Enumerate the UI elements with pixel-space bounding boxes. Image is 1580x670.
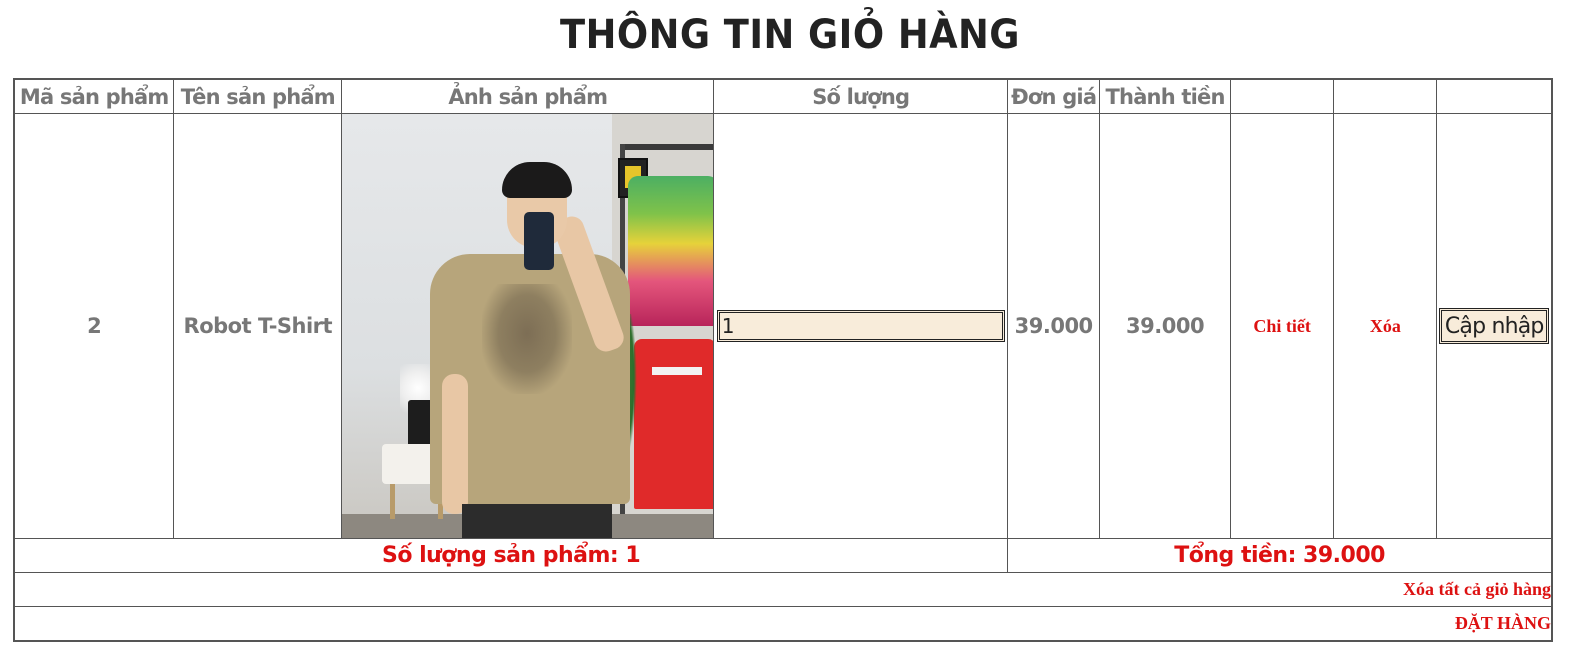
product-name: Robot T-Shirt — [183, 314, 333, 338]
product-photo — [342, 114, 714, 538]
update-button[interactable]: Cập nhập — [1439, 308, 1550, 344]
header-product-image: Ảnh sản phẩm — [341, 78, 715, 114]
table-row: 2 Robot T-Shirt 1 39.000 39.000 Chi tiết… — [13, 113, 1553, 539]
item-count: Số lượng sản phẩm: 1 — [13, 538, 1009, 573]
header-row: Mã sản phẩm Tên sản phẩm Ảnh sản phẩm Số… — [13, 78, 1553, 114]
product-image-cell — [341, 113, 715, 539]
quantity-input[interactable] — [716, 310, 1005, 342]
product-id: 2 — [87, 314, 102, 338]
line-total-cell: 39.000 — [1099, 113, 1231, 539]
details-cell: Chi tiết — [1229, 113, 1335, 539]
header-empty-details — [1229, 78, 1335, 114]
delete-link[interactable]: Xóa — [1370, 316, 1401, 336]
header-line-total: Thành tiền — [1099, 78, 1231, 114]
clear-cart-row: Xóa tất cả giỏ hàng — [13, 572, 1553, 607]
product-name-cell: Robot T-Shirt — [173, 113, 343, 539]
header-product-name: Tên sản phẩm — [173, 78, 343, 114]
product-id-cell: 2 — [13, 113, 175, 539]
header-empty-update — [1436, 78, 1553, 114]
place-order-row: ĐẶT HÀNG — [13, 606, 1553, 642]
line-total: 39.000 — [1126, 314, 1205, 338]
unit-price-cell: 39.000 — [1007, 113, 1101, 539]
place-order-cell: ĐẶT HÀNG — [13, 606, 1553, 642]
update-cell: Cập nhập — [1436, 113, 1553, 539]
unit-price: 39.000 — [1014, 314, 1094, 338]
header-empty-delete — [1333, 78, 1438, 114]
clear-cart-link[interactable]: Xóa tất cả giỏ hàng — [1403, 579, 1551, 599]
page-title: THÔNG TIN GIỎ HÀNG — [560, 12, 1020, 58]
delete-cell: Xóa — [1333, 113, 1438, 539]
quantity-cell — [713, 113, 1009, 539]
clear-cart-cell: Xóa tất cả giỏ hàng — [13, 572, 1553, 607]
header-unit-price: Đơn giá — [1007, 78, 1101, 114]
cart-total: Tổng tiền: 39.000 — [1007, 538, 1553, 573]
details-link[interactable]: Chi tiết — [1253, 316, 1311, 336]
header-quantity: Số lượng — [713, 78, 1009, 114]
summary-row: Số lượng sản phẩm: 1 Tổng tiền: 39.000 — [13, 538, 1553, 573]
place-order-link[interactable]: ĐẶT HÀNG — [1455, 613, 1551, 633]
header-product-id: Mã sản phẩm — [13, 78, 175, 114]
cart-table: Mã sản phẩm Tên sản phẩm Ảnh sản phẩm Số… — [13, 78, 1553, 642]
